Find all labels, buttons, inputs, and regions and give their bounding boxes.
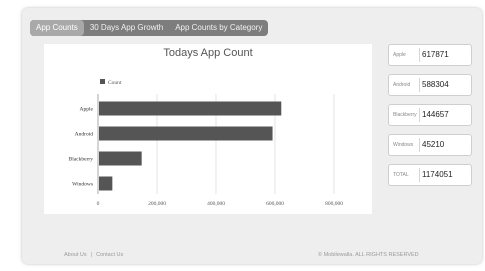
stat-label: Windows [393, 142, 414, 148]
stat-android: Android 588304 [388, 74, 472, 96]
stat-windows: Windows 45210 [388, 134, 472, 156]
stat-value: 588304 [422, 80, 449, 89]
stat-total: TOTAL 1174051 [388, 164, 472, 186]
stat-label: Blackberry [393, 112, 417, 118]
tab-app-counts[interactable]: App Counts [30, 20, 84, 36]
stat-blackberry: Blackberry 144657 [388, 104, 472, 126]
bar [99, 151, 142, 166]
bar-chart: 0 200,000 400,000 600,000 800,000 Count Apple A… [69, 79, 343, 207]
stat-value: 144657 [422, 110, 449, 119]
footer-links: About Us | Contact Us [64, 252, 123, 258]
chart-panel: Todays App Count 0 200,000 400,000 600,000 8… [44, 44, 372, 214]
footer-separator: | [90, 252, 93, 258]
stat-label: Apple [393, 52, 406, 58]
x-tick-label: 800,000 [325, 201, 343, 207]
bar [99, 126, 273, 141]
legend-swatch [100, 79, 105, 84]
stat-value: 1174051 [422, 170, 453, 179]
bar [99, 101, 282, 116]
x-tick-label: 400,000 [207, 201, 225, 207]
stat-divider [419, 78, 420, 92]
category-label: Apple [80, 107, 94, 113]
stat-divider [419, 48, 420, 62]
contact-us-link[interactable]: Contact Us [96, 252, 123, 258]
category-label: Windows [72, 182, 93, 188]
copyright: © Mobilewalla. ALL RIGHTS RESERVED [318, 252, 419, 258]
stat-label: TOTAL [393, 172, 409, 178]
bar [99, 176, 113, 191]
about-us-link[interactable]: About Us [64, 252, 87, 258]
tab-app-counts-by-category[interactable]: App Counts by Category [169, 20, 268, 36]
x-tick-label: 200,000 [148, 201, 166, 207]
stat-apple: Apple 617871 [388, 44, 472, 66]
tab-bar: App Counts 30 Days App Growth App Counts… [30, 20, 269, 36]
tab-30-days-app-growth[interactable]: 30 Days App Growth [84, 20, 169, 36]
x-tick-label: 0 [97, 201, 100, 207]
category-label: Android [75, 132, 94, 138]
stat-label: Android [393, 82, 411, 88]
stat-divider [419, 108, 420, 122]
stat-divider [419, 168, 420, 182]
legend-label: Count [108, 80, 122, 86]
stat-value: 617871 [422, 50, 449, 59]
x-tick-label: 600,000 [266, 201, 284, 207]
stat-divider [419, 138, 420, 152]
category-label: Blackberry [69, 157, 94, 163]
stat-value: 45210 [422, 140, 445, 149]
